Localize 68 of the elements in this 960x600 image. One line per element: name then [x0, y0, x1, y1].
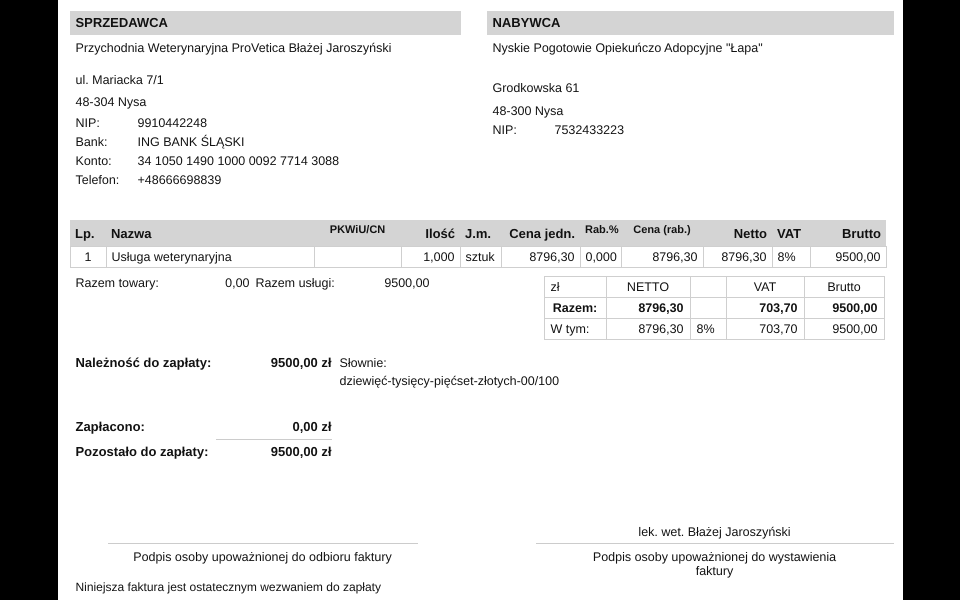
- detail-value: 9910442248: [138, 115, 208, 132]
- summary-cell: 8796,30: [606, 318, 690, 340]
- detail-value: 7532433223: [554, 122, 624, 139]
- table-cell: 1,000: [401, 246, 460, 268]
- column-header: J.m.: [460, 220, 501, 246]
- detail-label: Bank:: [76, 134, 108, 151]
- table-cell: sztuk: [460, 246, 501, 268]
- party-heading: NABYWCA: [486, 11, 894, 35]
- address-line: ul. Mariacka 7/1: [76, 72, 165, 89]
- summary-cell: W tym:: [544, 318, 606, 340]
- column-header: Lp.: [70, 220, 106, 246]
- column-header: Brutto: [810, 220, 886, 246]
- detail-label: NIP:: [76, 115, 101, 132]
- table-cell: Usługa weterynaryjna: [106, 246, 314, 268]
- subtotal-value: 0,00: [224, 276, 250, 290]
- summary-cell: 9500,00: [804, 298, 884, 318]
- column-header: Cena (rab.): [621, 220, 703, 246]
- summary-cell: 703,70: [726, 298, 804, 318]
- column-header: Netto: [703, 220, 772, 246]
- column-header: VAT: [772, 220, 810, 246]
- subtotal-label: Razem usługi:: [256, 276, 336, 290]
- paid-value: 0,00 zł: [291, 418, 332, 436]
- address-line: 48-300 Nysa: [492, 103, 564, 120]
- in-words-label: Słownie:: [340, 355, 388, 372]
- table-cell: 1: [70, 246, 106, 268]
- table-cell: 9500,00: [810, 246, 886, 268]
- party-heading: SPRZEDAWCA: [70, 11, 460, 35]
- signature-caption: Podpis osoby upoważnionej do odbioru faktury: [132, 549, 393, 564]
- signer-name: lek. wet. Błażej Jaroszyński: [536, 523, 894, 544]
- summary-cell: Razem:: [544, 298, 606, 318]
- subtotal-label: Razem towary:: [76, 276, 160, 290]
- party-name: Nyskie Pogotowie Opiekuńczo Adopcyjne "Łapa": [492, 40, 764, 57]
- detail-value: ING BANK ŚLĄSKI: [138, 134, 246, 151]
- column-header: PKWiU/CN: [314, 220, 401, 246]
- column-header: Nazwa: [106, 220, 314, 246]
- detail-value: +48666698839: [138, 172, 222, 189]
- table-cell: 8796,30: [501, 246, 580, 268]
- detail-label: Konto:: [76, 153, 113, 170]
- in-words-text: dziewięć-tysięcy-pięćset-złotych-00/100: [340, 373, 560, 390]
- remaining-value: 9500,00 zł: [270, 443, 332, 461]
- summary-cell: 8796,30: [606, 298, 690, 318]
- column-header: Ilość: [401, 220, 460, 246]
- table-cell: 8796,30: [703, 246, 772, 268]
- summary-cell: 703,70: [726, 318, 804, 340]
- summary-cell: 8%: [690, 318, 726, 340]
- signature-caption: Podpis osoby upoważnionej do wystawienia faktury: [592, 549, 838, 578]
- summary-header: VAT: [726, 276, 804, 298]
- detail-value: 34 1050 1490 1000 0092 7714 3088: [138, 153, 340, 170]
- summary-header: NETTO: [606, 276, 690, 298]
- column-header: Cena jedn.: [501, 220, 580, 246]
- table-cell: 0,000: [580, 246, 621, 268]
- table-cell: 8796,30: [621, 246, 703, 268]
- party-name: Przychodnia Weterynaryjna ProVetica Błażej Jaroszyński: [74, 40, 392, 57]
- footer-note: Niniejsza faktura jest ostatecznym wezwaniem do zapłaty: [74, 580, 382, 594]
- address-line: Grodkowska 61: [492, 80, 580, 97]
- table-cell: 8%: [772, 246, 810, 268]
- column-header: Rab.%: [580, 220, 621, 246]
- summary-header: zł: [544, 276, 606, 298]
- amount-due-value: 9500,00 zł: [270, 354, 332, 372]
- summary-cell: 9500,00: [804, 318, 884, 340]
- address-line: 48-304 Nysa: [76, 94, 148, 111]
- detail-label: Telefon:: [76, 172, 120, 189]
- paid-label: Zapłacono:: [76, 418, 146, 436]
- detail-label: NIP:: [492, 122, 518, 139]
- amount-due-label: Należność do zapłaty:: [76, 354, 212, 372]
- subtotal-value: 9500,00: [384, 276, 430, 290]
- remaining-label: Pozostało do zapłaty:: [76, 443, 210, 461]
- summary-header: Brutto: [804, 276, 884, 298]
